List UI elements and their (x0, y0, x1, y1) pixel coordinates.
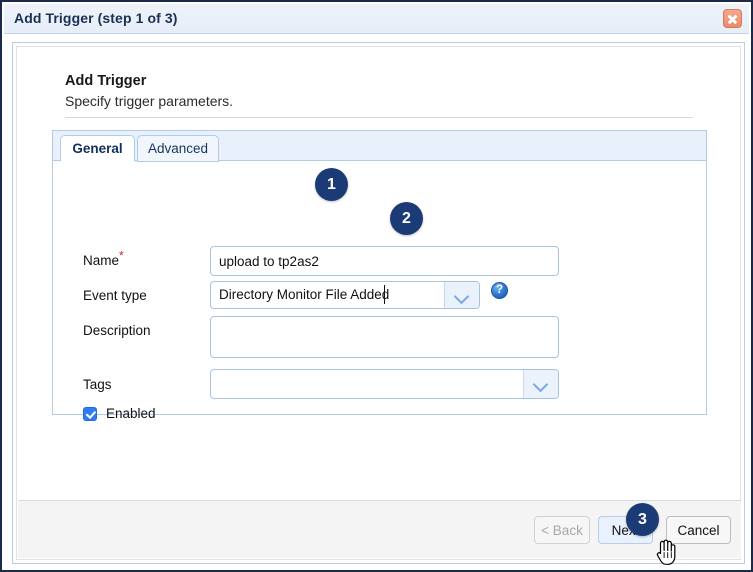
tab-panel-general: Name* Event type Directory Monitor File … (52, 160, 707, 421)
page-subtitle: Specify trigger parameters. (65, 93, 234, 109)
event-type-value: Directory Monitor File Added (219, 287, 390, 302)
text-caret (384, 285, 385, 304)
dialog-titlebar: Add Trigger (step 1 of 3) (4, 4, 749, 34)
annotation-badge-3: 3 (626, 503, 659, 536)
back-button[interactable]: < Back (534, 516, 590, 544)
tags-dropdown-button[interactable] (523, 370, 558, 398)
name-input[interactable] (210, 246, 559, 276)
cancel-button[interactable]: Cancel (666, 516, 731, 544)
event-type-dropdown-button[interactable] (444, 282, 479, 308)
event-type-label: Event type (83, 288, 147, 303)
tab-container: General Advanced Name* Event type Direct… (52, 130, 707, 421)
help-icon[interactable]: ? (491, 282, 508, 299)
event-type-combo[interactable]: Directory Monitor File Added (210, 281, 480, 309)
enabled-checkbox-row[interactable]: Enabled (83, 406, 156, 421)
description-textarea[interactable] (210, 316, 559, 358)
chevron-down-icon (532, 376, 549, 393)
tab-advanced[interactable]: Advanced (137, 135, 219, 162)
header-divider (65, 117, 693, 118)
description-label: Description (83, 323, 151, 338)
chevron-down-icon (453, 288, 470, 305)
page-title: Add Trigger (65, 73, 147, 89)
tags-combo[interactable] (210, 369, 559, 399)
annotation-badge-1: 1 (315, 168, 348, 201)
dialog-body-frame: Add Trigger Specify trigger parameters. … (12, 42, 745, 564)
tab-general[interactable]: General (60, 135, 135, 162)
tags-label: Tags (83, 377, 112, 392)
name-label-text: Name (83, 253, 120, 268)
dialog-title: Add Trigger (step 1 of 3) (14, 10, 178, 26)
enabled-label: Enabled (106, 406, 156, 421)
dialog-body-inner: Add Trigger Specify trigger parameters. … (16, 46, 741, 560)
tab-strip: General Advanced (52, 130, 707, 162)
enabled-checkbox[interactable] (83, 406, 97, 421)
name-label: Name* (83, 250, 124, 269)
close-icon[interactable] (723, 9, 742, 28)
required-marker: * (119, 248, 124, 263)
annotation-badge-2: 2 (390, 202, 423, 235)
add-trigger-dialog: Add Trigger (step 1 of 3) Add Trigger Sp… (0, 0, 753, 572)
